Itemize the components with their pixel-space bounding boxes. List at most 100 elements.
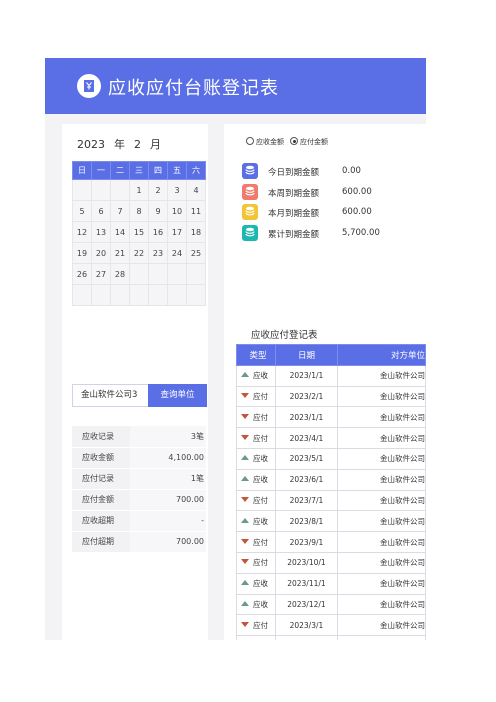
- party-cell: 金山软件公司: [336, 614, 426, 637]
- calendar-day[interactable]: 23: [148, 242, 168, 264]
- calendar-day[interactable]: 25: [186, 242, 206, 264]
- radio-button-icon[interactable]: [246, 137, 254, 145]
- stat-value: 3笔: [130, 426, 206, 448]
- calendar-day[interactable]: 18: [186, 221, 206, 243]
- company-input[interactable]: 金山软件公司3: [73, 385, 148, 406]
- calendar-day[interactable]: 12: [72, 221, 92, 243]
- stat-row: 应收超期 -: [72, 510, 206, 532]
- calendar-day[interactable]: 9: [148, 200, 168, 222]
- calendar-day[interactable]: 22: [129, 242, 149, 264]
- type-cell: 应收: [235, 447, 277, 470]
- table-row[interactable]: 应付 2023/4/1 金山软件公司: [235, 427, 426, 449]
- table-row[interactable]: 应收 2023/8/1 金山软件公司: [235, 510, 426, 533]
- query-company-button[interactable]: 查询单位: [148, 384, 207, 407]
- calendar-day[interactable]: 10: [167, 200, 187, 222]
- table-row[interactable]: 应付 2023/3/1 金山软件公司: [235, 614, 426, 637]
- calendar-day[interactable]: 3: [167, 179, 187, 201]
- calendar-day[interactable]: 20: [91, 242, 111, 264]
- calendar-day: [148, 263, 168, 285]
- calendar-day: [91, 179, 111, 201]
- date-cell: 2023/10/1: [275, 551, 338, 574]
- due-value: 600.00: [342, 186, 372, 197]
- calendar-day[interactable]: 2: [148, 179, 168, 201]
- table-row[interactable]: 应收 2023/5/1 金山软件公司: [235, 447, 426, 470]
- calendar-day[interactable]: 24: [167, 242, 187, 264]
- type-label: 应收: [253, 516, 268, 526]
- table-row[interactable]: 应收 2023/6/1 金山软件公司: [235, 468, 426, 491]
- company-search: 金山软件公司3 查询单位: [72, 384, 207, 407]
- calendar-day[interactable]: 14: [110, 221, 130, 243]
- calendar-day[interactable]: 17: [167, 221, 187, 243]
- calendar-day[interactable]: 5: [72, 200, 92, 222]
- column-header[interactable]: 类型: [235, 344, 277, 366]
- date-cell: 2023/4/1: [275, 427, 338, 449]
- table-row[interactable]: 应收2023/4/1金山软件公司: [235, 635, 426, 640]
- type-label: 应付: [253, 537, 268, 547]
- table-row[interactable]: 应付 2023/10/1 金山软件公司: [235, 551, 426, 574]
- calendar-day: [91, 284, 111, 306]
- date-cell: 2023/12/1: [275, 593, 338, 616]
- calendar-day[interactable]: 1: [129, 179, 149, 201]
- calendar-day[interactable]: 4: [186, 179, 206, 201]
- calendar-day[interactable]: 19: [72, 242, 92, 264]
- party-cell: 金山软件公司: [336, 531, 426, 553]
- stat-label: 应付金额: [72, 489, 130, 511]
- header-banner: 应收应付台账登记表: [45, 58, 426, 114]
- date-cell: 2023/6/1: [275, 468, 338, 491]
- triangle-down-icon: [241, 496, 249, 502]
- year-month-selector[interactable]: 2023 年 2 月: [77, 136, 170, 152]
- radio-option[interactable]: 应收金额: [246, 137, 284, 147]
- coin-stack-icon: [242, 224, 258, 241]
- party-cell: 金山软件公司: [336, 510, 426, 533]
- due-value: 5,700.00: [342, 227, 380, 238]
- party-cell: 金山软件公司: [336, 593, 426, 616]
- table-row[interactable]: 应收 2023/12/1 金山软件公司: [235, 593, 426, 616]
- calendar-day[interactable]: 16: [148, 221, 168, 243]
- radio-option[interactable]: 应付金额: [290, 137, 328, 147]
- calendar-day[interactable]: 15: [129, 221, 149, 243]
- party-cell: 金山软件公司: [336, 468, 426, 491]
- triangle-down-icon: [241, 621, 249, 627]
- table-row[interactable]: 应付 2023/7/1 金山软件公司: [235, 489, 426, 512]
- calendar-day[interactable]: 13: [91, 221, 111, 243]
- calendar-day[interactable]: 21: [110, 242, 130, 264]
- table-row[interactable]: 应付 2023/1/1 金山软件公司: [235, 406, 426, 429]
- table-row[interactable]: 应收 2023/1/1 金山软件公司: [235, 364, 426, 387]
- calendar-day: [129, 263, 149, 285]
- type-cell: 应付: [235, 385, 277, 408]
- due-label: 今日到期金额: [268, 168, 320, 178]
- calendar-day: [110, 284, 130, 306]
- date-cell: 2023/1/1: [275, 406, 338, 429]
- triangle-up-icon: [241, 372, 249, 378]
- table-row[interactable]: 应付 2023/9/1 金山软件公司: [235, 531, 426, 553]
- table-row[interactable]: 应收 2023/11/1 金山软件公司: [235, 572, 426, 595]
- month-value[interactable]: 2: [134, 138, 141, 151]
- weekday-label: 二: [110, 161, 130, 180]
- radio-button-icon[interactable]: [290, 137, 298, 145]
- table-row[interactable]: 应付 2023/2/1 金山软件公司: [235, 385, 426, 408]
- type-label: 应收: [253, 371, 268, 381]
- coin-stack-icon: [242, 183, 258, 200]
- year-value[interactable]: 2023: [77, 138, 105, 151]
- type-cell: 应收: [235, 468, 277, 491]
- ledger-sheet: 应收应付台账登记表 2023 年 2 月 日一二三四五六 1 2 3 4 5 6 7 8 9 10 11 1…: [45, 58, 426, 640]
- calendar-day[interactable]: 6: [91, 200, 111, 222]
- column-header[interactable]: 对方单位: [336, 344, 426, 366]
- month-unit: 月: [150, 138, 161, 151]
- radio-label: 应收金额: [256, 138, 284, 146]
- type-label: 应付: [253, 412, 268, 422]
- column-header[interactable]: 日期: [275, 344, 338, 366]
- calendar-day[interactable]: 11: [186, 200, 206, 222]
- type-cell: 应付: [235, 406, 277, 429]
- calendar-day[interactable]: 8: [129, 200, 149, 222]
- calendar-day[interactable]: 28: [110, 263, 130, 285]
- party-cell: 金山软件公司: [336, 551, 426, 574]
- calendar-day: [186, 284, 206, 306]
- stat-value: 4,100.00: [130, 447, 206, 469]
- calendar-day: [148, 284, 168, 306]
- calendar-day[interactable]: 7: [110, 200, 130, 222]
- calendar-day[interactable]: 26: [72, 263, 92, 285]
- ledger-book-icon: [77, 74, 101, 98]
- due-label: 本月到期金额: [268, 209, 320, 219]
- calendar-day[interactable]: 27: [91, 263, 111, 285]
